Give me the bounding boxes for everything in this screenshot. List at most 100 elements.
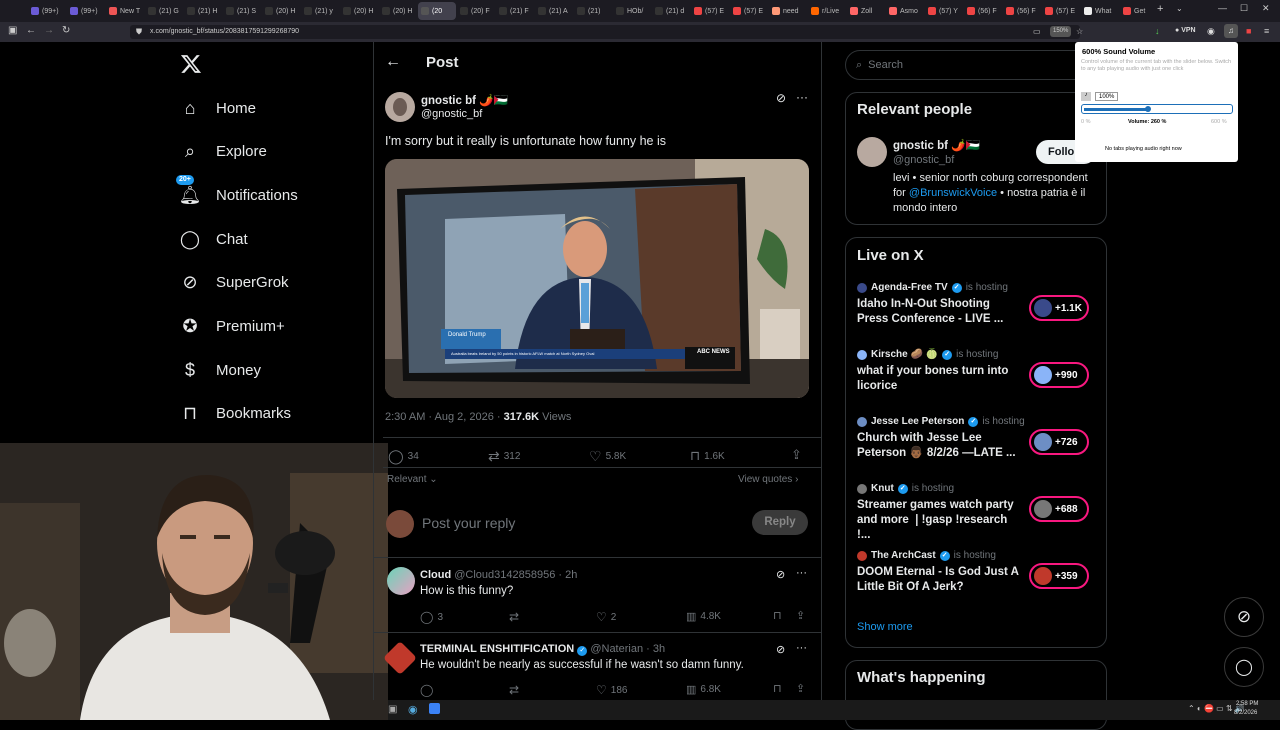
nav-item-bookmarks[interactable]: ⊓ Bookmarks [178,398,291,430]
reader-view-icon[interactable]: ▭ [1033,25,1041,39]
search-box[interactable]: ⌕ Search [845,50,1107,80]
clock-time[interactable]: 2:58 PM [1236,701,1258,707]
live-item[interactable]: Knut ✓ is hosting Streamer games watch part… [857,483,1097,543]
post-video[interactable]: Donald Trump Australia beats Ireland by … [385,159,809,398]
search-input[interactable]: Search [868,59,903,71]
browser-tab[interactable]: (99+) [67,2,105,20]
nav-item-supergrok[interactable]: ⊘ SuperGrok [178,267,288,299]
browser-tab[interactable]: (21) G [145,2,183,20]
author-handle[interactable]: @gnostic_bf [421,108,482,120]
live-host-name[interactable]: Jesse Lee Peterson [871,416,964,427]
repost-button[interactable]: ⇄ [509,683,523,697]
host-avatar[interactable] [857,483,867,494]
browser-tab[interactable]: (21) d [652,2,690,20]
live-host-name[interactable]: The ArchCast [871,550,936,561]
like-button[interactable]: ♡ 186 [596,683,627,697]
repost-button[interactable]: ⇄ 312 [488,448,520,465]
back-icon[interactable]: ← [26,25,36,36]
back-arrow-icon[interactable]: ← [385,53,401,71]
reply-author-name[interactable]: Cloud [420,569,451,581]
nav-item-premium[interactable]: ✪ Premium+ [178,311,284,343]
minimize-icon[interactable]: — [1218,3,1227,13]
browser-tab[interactable]: (21) S [223,2,261,20]
download-icon[interactable]: ↓ [1155,26,1160,36]
browser-tab[interactable]: Asmo [886,2,924,20]
browser-tab[interactable]: (57) E [730,2,768,20]
browser-tab[interactable]: r/Live [808,2,846,20]
like-button[interactable]: ♡ 2 [596,610,616,624]
browser-tab[interactable]: (57) Y [925,2,963,20]
browser-tab[interactable]: (20) F [457,2,495,20]
reply-author-name[interactable]: TERMINAL ENSHITIFICATION [420,643,574,655]
browser-tab[interactable]: (21) H [184,2,222,20]
browser-tab[interactable]: (21) A [535,2,573,20]
browser-tab[interactable]: (56) F [964,2,1002,20]
host-avatar[interactable] [857,349,867,360]
maximize-icon[interactable]: ☐ [1240,3,1248,14]
live-item[interactable]: The ArchCast ✓ is hosting DOOM Eternal - Is… [857,550,1097,595]
new-tab-icon[interactable]: + [1157,3,1163,15]
menu-icon[interactable]: ≡ [1264,26,1269,36]
bookmark-icon[interactable]: ⊓ [773,609,782,622]
nav-item-home[interactable]: ⌂ Home [178,92,256,124]
relevant-handle[interactable]: @gnostic_bf [893,154,954,166]
volume-slider-knob[interactable] [1144,106,1151,112]
view-quotes-link[interactable]: View quotes › [738,474,798,485]
browser-tab[interactable]: (21) F [496,2,534,20]
taskbar-app-icon[interactable] [429,703,440,714]
reply-sort-dropdown[interactable]: Relevant ⌄ [387,474,438,485]
site-info-icon[interactable]: ⛊ [136,25,142,39]
host-avatar[interactable] [857,282,867,293]
current-user-avatar[interactable] [386,510,414,538]
live-host-name[interactable]: Knut [871,483,894,494]
browser-tab[interactable]: Zoll [847,2,885,20]
x-logo-icon[interactable] [180,53,202,75]
zoom-badge[interactable]: 150% [1050,26,1072,37]
browser-tab[interactable]: need [769,2,807,20]
more-options-icon[interactable]: ··· [796,642,807,654]
bio-mention-link[interactable]: @BrunswickVoice [909,187,997,199]
repost-button[interactable]: ⇄ [509,610,523,624]
share-icon[interactable]: ⇪ [796,609,805,622]
forward-icon[interactable]: → [44,25,54,36]
show-more-link[interactable]: Show more [857,621,913,633]
nav-item-money[interactable]: $ Money [178,354,261,386]
views-button[interactable]: ▥ 6.8K [686,683,721,696]
author-avatar[interactable] [385,92,415,122]
share-icon[interactable]: ⇪ [796,682,805,695]
steam-icon[interactable]: ◉ [408,703,418,716]
author-name[interactable]: gnostic bf 🌶️🇵🇸 [421,93,508,107]
browser-tab[interactable]: HOb/ [613,2,651,20]
clock-date[interactable]: 8/2/2026 [1234,710,1257,716]
live-listeners-pill[interactable]: +688 [1029,496,1089,522]
browser-tab[interactable]: (57) E [691,2,729,20]
live-listeners-pill[interactable]: +359 [1029,563,1089,589]
address-bar[interactable]: ⛊ x.com/gnostic_bf/status/20838175912992… [130,25,1083,39]
browser-tab[interactable]: (20) H [262,2,300,20]
sidebar-toggle-icon[interactable]: ▣ [8,25,17,36]
live-listeners-pill[interactable]: +726 [1029,429,1089,455]
browser-tab[interactable]: (21) [574,2,612,20]
browser-tab[interactable]: (21) y [301,2,339,20]
reload-icon[interactable]: ↻ [62,25,70,36]
browser-tab[interactable]: New T [106,2,144,20]
live-listeners-pill[interactable]: +990 [1029,362,1089,388]
views-button[interactable]: ▥ 4.8K [686,610,721,623]
reply-button[interactable]: ◯ 34 [388,448,419,465]
relevant-name[interactable]: gnostic bf 🌶️🇵🇸 [893,138,980,152]
grok-icon[interactable]: ⊘ [776,91,786,105]
speaker-icon[interactable]: ♪ [1081,92,1091,101]
reply-author-handle[interactable]: @Naterian · 3h [590,643,665,655]
live-host-name[interactable]: Agenda-Free TV [871,282,948,293]
host-avatar[interactable] [857,550,867,561]
tab-list-chevron-icon[interactable]: ⌄ [1176,4,1183,13]
reply-author-handle[interactable]: @Cloud3142858956 · 2h [454,569,577,581]
share-icon[interactable]: ⇪ [791,447,802,463]
grok-fab-icon[interactable]: ⊘ [1224,597,1264,637]
close-window-icon[interactable]: ✕ [1262,3,1270,14]
host-avatar[interactable] [857,416,867,427]
live-item[interactable]: Jesse Lee Peterson ✓ is hosting Church with… [857,416,1097,461]
more-options-icon[interactable]: ··· [796,567,807,579]
browser-tab[interactable]: (57) E [1042,2,1080,20]
reply-input[interactable]: Post your reply [422,515,515,531]
